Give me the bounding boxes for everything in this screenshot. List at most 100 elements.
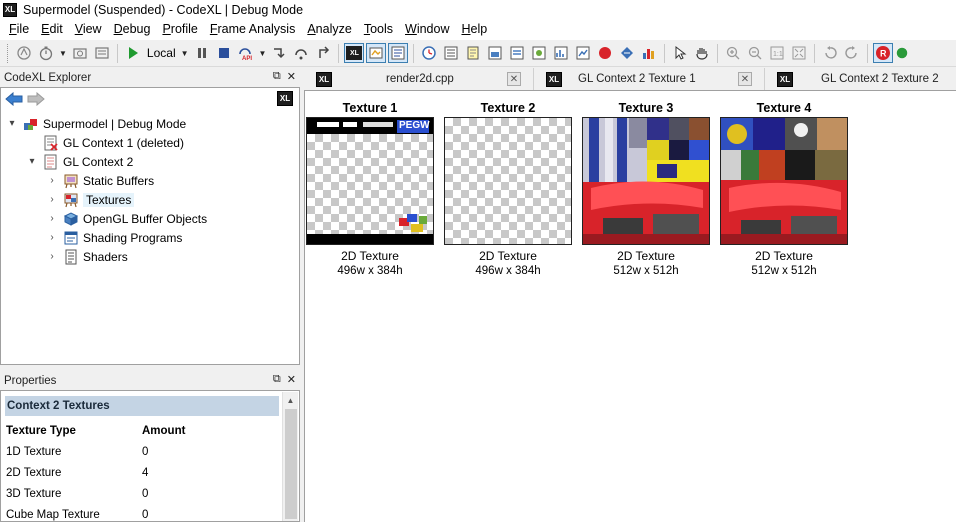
- calls-history-icon[interactable]: [441, 43, 461, 63]
- memory-icon[interactable]: [92, 43, 112, 63]
- step-out-icon[interactable]: [313, 43, 333, 63]
- texture-card[interactable]: Texture 1 PEGW 2D Texture 496w x 384h: [305, 99, 435, 281]
- menu-help[interactable]: Help: [455, 19, 493, 40]
- attach-process-icon[interactable]: [14, 43, 34, 63]
- rotate-left-icon[interactable]: [820, 43, 840, 63]
- chevron-down-icon[interactable]: ▾: [25, 156, 39, 167]
- scrollbar-thumb[interactable]: [285, 409, 297, 519]
- frame-analysis-icon[interactable]: [366, 43, 387, 63]
- back-arrow-icon[interactable]: [5, 92, 23, 106]
- main-toolbar: ▼ Local ▼ API ▼ XL 1:1 R: [0, 40, 956, 67]
- float-panel-icon[interactable]: ⧉: [273, 70, 281, 83]
- chevron-down-icon[interactable]: ▾: [5, 118, 19, 129]
- explorer-body: XL ▾ Supermodel | Debug Mode GL Context …: [0, 87, 300, 365]
- buffers-viewer-icon[interactable]: [507, 43, 527, 63]
- stopwatch-icon[interactable]: [36, 43, 56, 63]
- forward-arrow-icon[interactable]: [27, 92, 45, 106]
- api-step-icon[interactable]: API: [236, 43, 256, 63]
- objects-explorer-icon[interactable]: [529, 43, 549, 63]
- tree-item-label: Shaders: [83, 249, 128, 264]
- textures-viewer-icon[interactable]: [485, 43, 505, 63]
- select-pointer-icon[interactable]: [670, 43, 690, 63]
- explorer-title: CodeXL Explorer: [4, 71, 92, 84]
- texture-card[interactable]: Texture 4 2D Texture 512w x 512h: [719, 99, 849, 281]
- amount-cell: 0: [142, 445, 149, 458]
- close-icon[interactable]: ✕: [738, 72, 752, 86]
- close-icon[interactable]: ✕: [287, 70, 296, 83]
- tree-item-gl-context-1[interactable]: GL Context 1 (deleted): [1, 133, 299, 152]
- close-icon[interactable]: ✕: [507, 72, 521, 86]
- breakpoints-clock-icon[interactable]: [419, 43, 439, 63]
- texture-thumbnail[interactable]: [582, 117, 710, 245]
- menu-profile[interactable]: Profile: [156, 19, 203, 40]
- zoom-out-icon[interactable]: [745, 43, 765, 63]
- rotate-right-icon[interactable]: [842, 43, 862, 63]
- menu-analyze[interactable]: Analyze: [301, 19, 357, 40]
- properties-scrollbar[interactable]: ▲: [282, 392, 298, 521]
- texture-title: Texture 3: [618, 101, 674, 115]
- fit-to-window-icon[interactable]: [789, 43, 809, 63]
- tree-item-shaders[interactable]: › Shaders: [1, 247, 299, 266]
- texture-card[interactable]: Texture 2 2D Texture 496w x 384h: [443, 99, 573, 281]
- zoom-in-icon[interactable]: [723, 43, 743, 63]
- title-bar: XL Supermodel (Suspended) - CodeXL | Deb…: [0, 0, 956, 19]
- texture-thumbnail[interactable]: PEGW: [306, 117, 434, 245]
- notepad-icon[interactable]: [463, 43, 483, 63]
- statistics-icon[interactable]: [573, 43, 593, 63]
- tree-item-shading-programs[interactable]: › Shading Programs: [1, 228, 299, 247]
- step-into-icon[interactable]: [269, 43, 289, 63]
- menu-window[interactable]: Window: [399, 19, 455, 40]
- texture-type-cell: 3D Texture: [6, 487, 62, 500]
- chevron-down-icon[interactable]: ▼: [181, 49, 189, 58]
- chevron-down-icon[interactable]: ▼: [59, 49, 67, 58]
- tree-item-opengl-buffer-objects[interactable]: › OpenGL Buffer Objects: [1, 209, 299, 228]
- original-size-icon[interactable]: 1:1: [767, 43, 787, 63]
- tree-item-supermodel[interactable]: ▾ Supermodel | Debug Mode: [1, 114, 299, 133]
- menu-debug[interactable]: Debug: [108, 19, 157, 40]
- menu-frame-analysis[interactable]: Frame Analysis: [204, 19, 301, 40]
- tree-item-label: OpenGL Buffer Objects: [83, 211, 208, 226]
- menu-view[interactable]: View: [69, 19, 108, 40]
- float-panel-icon[interactable]: ⧉: [273, 373, 281, 386]
- memory-analysis-icon[interactable]: [551, 43, 571, 63]
- start-debugging-icon[interactable]: [123, 43, 143, 63]
- chevron-down-icon[interactable]: ▼: [259, 49, 267, 58]
- chevron-right-icon[interactable]: ›: [45, 194, 59, 205]
- stop-icon[interactable]: [214, 43, 234, 63]
- tab-texture-1[interactable]: XL GL Context 2 Texture 1 ✕: [534, 68, 765, 90]
- capture-icon[interactable]: [70, 43, 90, 63]
- shading-programs-icon: [64, 231, 78, 244]
- tree-item-static-buffers[interactable]: › Static Buffers: [1, 171, 299, 190]
- tree-item-gl-context-2[interactable]: ▾ GL Context 2: [1, 152, 299, 171]
- scroll-up-icon[interactable]: ▲: [283, 392, 298, 408]
- green-channel-icon[interactable]: [895, 43, 909, 63]
- chevron-right-icon[interactable]: ›: [45, 232, 59, 243]
- menu-tools[interactable]: Tools: [358, 19, 399, 40]
- codexl-mode-button[interactable]: XL: [344, 43, 365, 63]
- texture-card[interactable]: Texture 3 2D Texture 512w x 512h: [581, 99, 711, 281]
- codexl-badge: XL: [277, 91, 293, 106]
- tree-item-label: GL Context 2: [63, 154, 134, 169]
- red-channel-icon[interactable]: R: [873, 43, 894, 63]
- kernel-icon[interactable]: [617, 43, 637, 63]
- properties-view-icon[interactable]: [388, 43, 409, 63]
- target-label[interactable]: Local: [144, 46, 179, 60]
- chevron-right-icon[interactable]: ›: [45, 251, 59, 262]
- tab-texture-2[interactable]: XL GL Context 2 Texture 2: [765, 68, 956, 90]
- explorer-nav-bar: XL: [1, 88, 299, 110]
- pan-hand-icon[interactable]: [692, 43, 712, 63]
- chevron-right-icon[interactable]: ›: [45, 213, 59, 224]
- menu-edit[interactable]: Edit: [35, 19, 69, 40]
- menu-file[interactable]: File: [3, 19, 35, 40]
- tab-render2d-cpp[interactable]: XL render2d.cpp ✕: [304, 68, 534, 90]
- toolbar-grip[interactable]: [7, 43, 10, 63]
- performance-counters-icon[interactable]: [639, 43, 659, 63]
- pause-icon[interactable]: [192, 43, 212, 63]
- texture-thumbnail[interactable]: [720, 117, 848, 245]
- step-over-icon[interactable]: [291, 43, 311, 63]
- chevron-right-icon[interactable]: ›: [45, 175, 59, 186]
- record-icon[interactable]: [595, 43, 615, 63]
- texture-thumbnail[interactable]: [444, 117, 572, 245]
- tree-item-textures[interactable]: › Textures: [1, 190, 299, 209]
- close-icon[interactable]: ✕: [287, 373, 296, 386]
